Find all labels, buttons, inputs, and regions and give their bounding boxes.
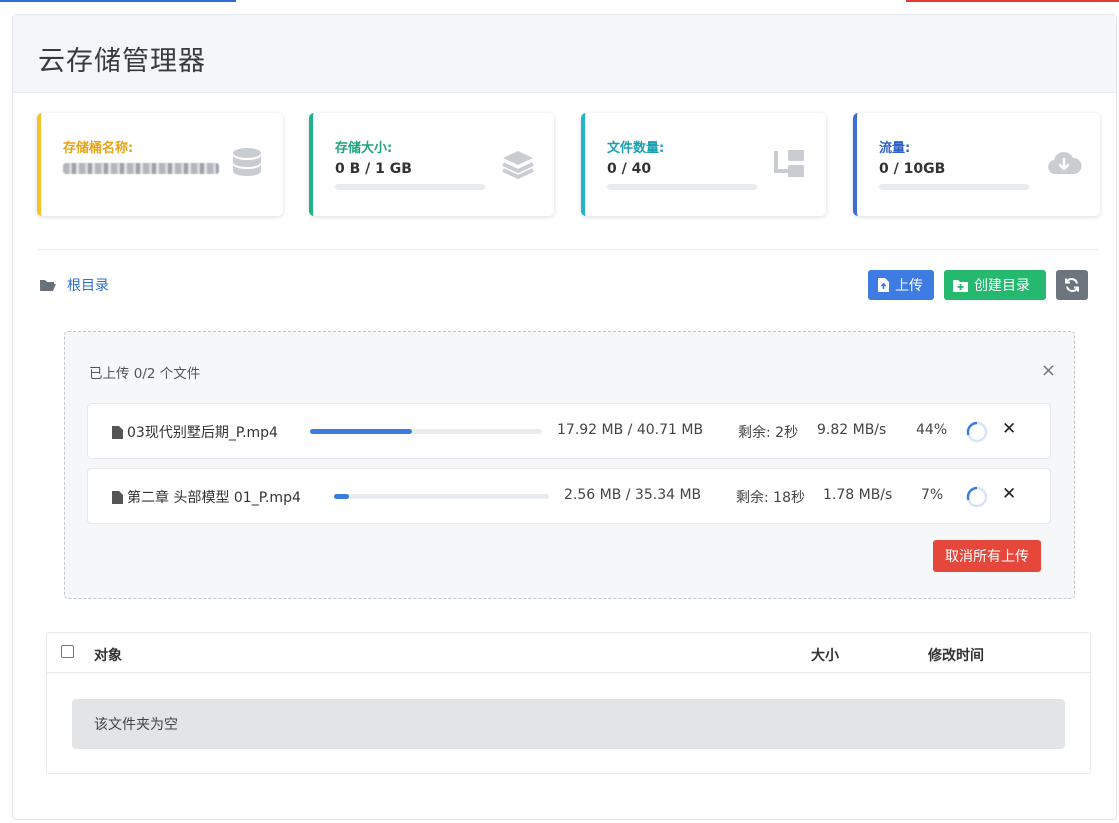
upload-file-remaining: 剩余: 18秒: [736, 490, 805, 506]
file-count-label: 文件数量:: [607, 141, 665, 156]
column-header-modified-time[interactable]: 修改时间: [928, 645, 984, 665]
column-header-object[interactable]: 对象: [94, 645, 122, 665]
cloud-download-icon: [1048, 151, 1082, 174]
folder-open-icon: [40, 280, 56, 291]
storage-size-progress: [335, 184, 485, 190]
traffic-card: 流量: 0 / 10GB: [853, 113, 1100, 216]
storage-manager-panel: 云存储管理器 存储桶名称: 存储大小: 0 B / 1 GB 文件数量: 0 /…: [12, 14, 1117, 820]
bucket-name-card: 存储桶名称:: [37, 113, 283, 216]
select-all-checkbox[interactable]: [61, 645, 74, 658]
refresh-icon: [1065, 278, 1079, 292]
upload-file-progress: [334, 494, 549, 499]
loading-spinner-icon: [966, 421, 988, 443]
bucket-name-value-redacted: [63, 163, 219, 174]
traffic-progress: [879, 184, 1029, 190]
upload-file-row: 第二章 头部模型 01_P.mp4 2.56 MB / 35.34 MB 剩余:…: [87, 468, 1051, 524]
column-header-size[interactable]: 大小: [811, 645, 839, 665]
file-count-card: 文件数量: 0 / 40: [581, 113, 826, 216]
upload-button[interactable]: 上传: [868, 270, 934, 300]
upload-status-title: 已上传 0/2 个文件: [89, 366, 201, 382]
upload-file-row: 03现代别墅后期_P.mp4 17.92 MB / 40.71 MB 剩余: 2…: [87, 403, 1051, 459]
file-icon: [112, 425, 123, 439]
file-count-value: 0 / 40: [607, 161, 652, 177]
file-icon: [112, 490, 123, 504]
bucket-name-label: 存储桶名称:: [63, 141, 134, 156]
traffic-value: 0 / 10GB: [879, 161, 946, 177]
upload-file-percent: 7%: [921, 487, 944, 503]
folder-plus-icon: [953, 279, 968, 292]
refresh-button[interactable]: [1056, 270, 1088, 300]
panel-header: 云存储管理器: [13, 15, 1116, 93]
breadcrumb[interactable]: 根目录: [39, 275, 109, 295]
upload-file-name-text: 03现代别墅后期_P.mp4: [127, 425, 278, 441]
upload-file-size: 2.56 MB / 35.34 MB: [564, 487, 702, 503]
table-header: 对象 大小 修改时间: [47, 633, 1090, 673]
top-accent-line-right: [906, 0, 1119, 2]
upload-file-speed: 9.82 MB/s: [817, 422, 887, 438]
create-directory-button[interactable]: 创建目录: [944, 270, 1046, 300]
loading-spinner-icon: [966, 486, 988, 508]
traffic-label: 流量:: [879, 141, 911, 156]
upload-file-name: 第二章 头部模型 01_P.mp4: [112, 487, 301, 507]
cancel-all-uploads-button[interactable]: 取消所有上传: [933, 540, 1041, 572]
upload-button-label: 上传: [895, 278, 923, 294]
upload-file-remaining: 剩余: 2秒: [738, 425, 799, 441]
upload-file-speed: 1.78 MB/s: [823, 487, 893, 503]
page-title: 云存储管理器: [38, 46, 206, 77]
top-accent-line-left: [0, 0, 236, 2]
storage-size-card: 存储大小: 0 B / 1 GB: [309, 113, 554, 216]
upload-file-percent: 44%: [916, 422, 948, 438]
file-table: 对象 大小 修改时间 该文件夹为空: [46, 632, 1091, 774]
cancel-file-upload-icon[interactable]: ✕: [1002, 484, 1016, 504]
breadcrumb-root[interactable]: 根目录: [67, 275, 109, 295]
upload-progress-panel: 已上传 0/2 个文件 × 03现代别墅后期_P.mp4 17.92 MB / …: [64, 331, 1075, 599]
cancel-file-upload-icon[interactable]: ✕: [1002, 419, 1016, 439]
upload-file-name-text: 第二章 头部模型 01_P.mp4: [127, 490, 301, 506]
section-divider: [37, 249, 1099, 250]
database-icon: [233, 148, 261, 176]
storage-size-value: 0 B / 1 GB: [335, 161, 412, 177]
file-upload-icon: [878, 278, 889, 292]
upload-file-size: 17.92 MB / 40.71 MB: [557, 422, 704, 438]
upload-file-name: 03现代别墅后期_P.mp4: [112, 422, 278, 442]
storage-size-label: 存储大小:: [335, 141, 393, 156]
close-upload-panel-icon[interactable]: ×: [1041, 360, 1056, 381]
upload-file-progress: [310, 429, 542, 434]
file-count-progress: [607, 184, 757, 190]
create-directory-label: 创建目录: [974, 278, 1030, 294]
empty-folder-message: 该文件夹为空: [72, 699, 1065, 749]
layers-icon: [502, 151, 534, 179]
tree-icon: [774, 150, 804, 177]
